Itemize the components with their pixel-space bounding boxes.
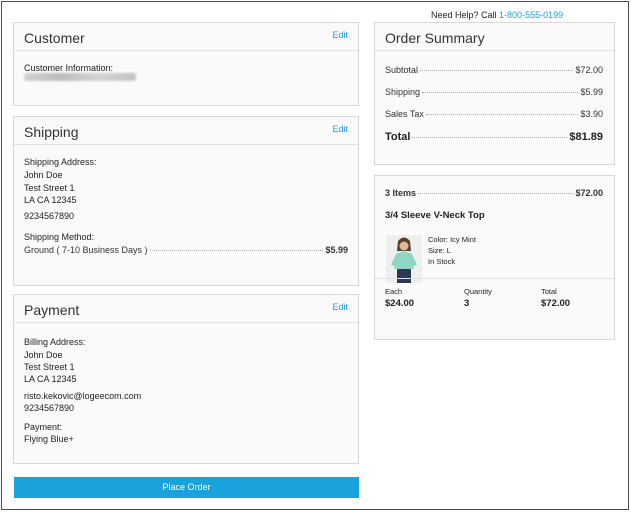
dot-leader (422, 92, 579, 93)
cart-items-row: 3 Items $72.00 (385, 188, 603, 198)
summary-row-subtotal: Subtotal $72.00 (385, 65, 603, 75)
product-image (386, 235, 422, 283)
shipping-card: Shipping Edit Shipping Address: John Doe… (13, 116, 359, 286)
place-order-button[interactable]: Place Order (14, 477, 359, 498)
summary-total-label: Total (385, 131, 411, 143)
billing-name: John Doe (24, 350, 63, 360)
help-line: Need Help? Call 1-800-555-0199 (431, 10, 563, 20)
shipping-street: Test Street 1 (24, 183, 75, 193)
help-text: Need Help? Call (431, 10, 500, 20)
customer-info-redacted (24, 73, 136, 81)
summary-total-value: $81.89 (569, 131, 603, 143)
shipping-address-label: Shipping Address: (24, 157, 97, 167)
order-summary-title: Order Summary (385, 30, 485, 46)
dot-leader (420, 70, 574, 71)
dot-leader (425, 114, 579, 115)
payment-edit-link[interactable]: Edit (332, 302, 348, 312)
billing-street: Test Street 1 (24, 362, 75, 372)
dot-leader (418, 193, 574, 194)
billing-email: risto.kekovic@logeecom.com (24, 391, 142, 401)
payment-label: Payment: (24, 422, 63, 432)
summary-label: Sales Tax (385, 109, 424, 119)
shipping-card-header: Shipping Edit (14, 117, 358, 145)
product-stock: In Stock (428, 257, 456, 266)
product-size: Size: L (428, 246, 451, 255)
billing-address-label: Billing Address: (24, 337, 86, 347)
summary-value: $5.99 (580, 87, 603, 97)
payment-title: Payment (24, 302, 80, 318)
payment-method: Flying Blue+ (24, 434, 74, 444)
customer-title: Customer (24, 30, 85, 46)
product-color: Color: Icy Mint (428, 235, 476, 244)
billing-city: LA CA 12345 (24, 374, 77, 384)
billing-phone: 9234567890 (24, 403, 75, 413)
summary-row-total: Total $81.89 (385, 131, 603, 143)
summary-row-shipping: Shipping $5.99 (385, 87, 603, 97)
dot-leader (412, 137, 568, 138)
quantity-value: 3 (464, 298, 470, 309)
shipping-name: John Doe (24, 170, 63, 180)
product-name[interactable]: 3/4 Sleeve V-Neck Top (385, 210, 485, 221)
summary-value: $3.90 (580, 109, 603, 119)
shipping-edit-link[interactable]: Edit (332, 124, 348, 134)
order-summary-card: Order Summary Subtotal $72.00 Shipping $… (374, 22, 615, 165)
customer-info-label: Customer Information: (24, 63, 114, 73)
summary-row-sales-tax: Sales Tax $3.90 (385, 109, 603, 119)
shipping-city: LA CA 12345 (24, 195, 77, 205)
cart-items-label: 3 Items (385, 188, 417, 198)
help-phone-link[interactable]: 1-800-555-0199 (499, 10, 563, 20)
customer-edit-link[interactable]: Edit (332, 30, 348, 40)
cart-divider (375, 278, 614, 279)
shipping-method-row[interactable]: Ground ( 7-10 Business Days ) $5.99 (24, 245, 348, 255)
shipping-method: Ground ( 7-10 Business Days ) (24, 245, 148, 255)
each-value: $24.00 (385, 298, 415, 309)
each-label: Each (385, 287, 403, 296)
shipping-method-price: $5.99 (325, 245, 348, 255)
summary-label: Subtotal (385, 65, 419, 75)
shipping-title: Shipping (24, 124, 79, 140)
line-total-label: Total (541, 287, 557, 296)
payment-card-header: Payment Edit (14, 295, 358, 323)
cart-items-value: $72.00 (575, 188, 603, 198)
dot-leader (149, 250, 324, 251)
summary-label: Shipping (385, 87, 421, 97)
order-summary-header: Order Summary (375, 23, 614, 51)
product-thumbnail[interactable] (386, 235, 422, 283)
shipping-phone: 9234567890 (24, 211, 75, 221)
cart-items-card: 3 Items $72.00 3/4 Sleeve V-Neck Top Col… (374, 175, 615, 340)
payment-card: Payment Edit Billing Address: John Doe T… (13, 294, 359, 464)
shipping-method-label: Shipping Method: (24, 232, 95, 242)
customer-card-header: Customer Edit (14, 23, 358, 51)
customer-card: Customer Edit Customer Information: (13, 22, 359, 106)
line-total-value: $72.00 (541, 298, 571, 309)
quantity-label: Quantity (464, 287, 492, 296)
summary-value: $72.00 (575, 65, 603, 75)
